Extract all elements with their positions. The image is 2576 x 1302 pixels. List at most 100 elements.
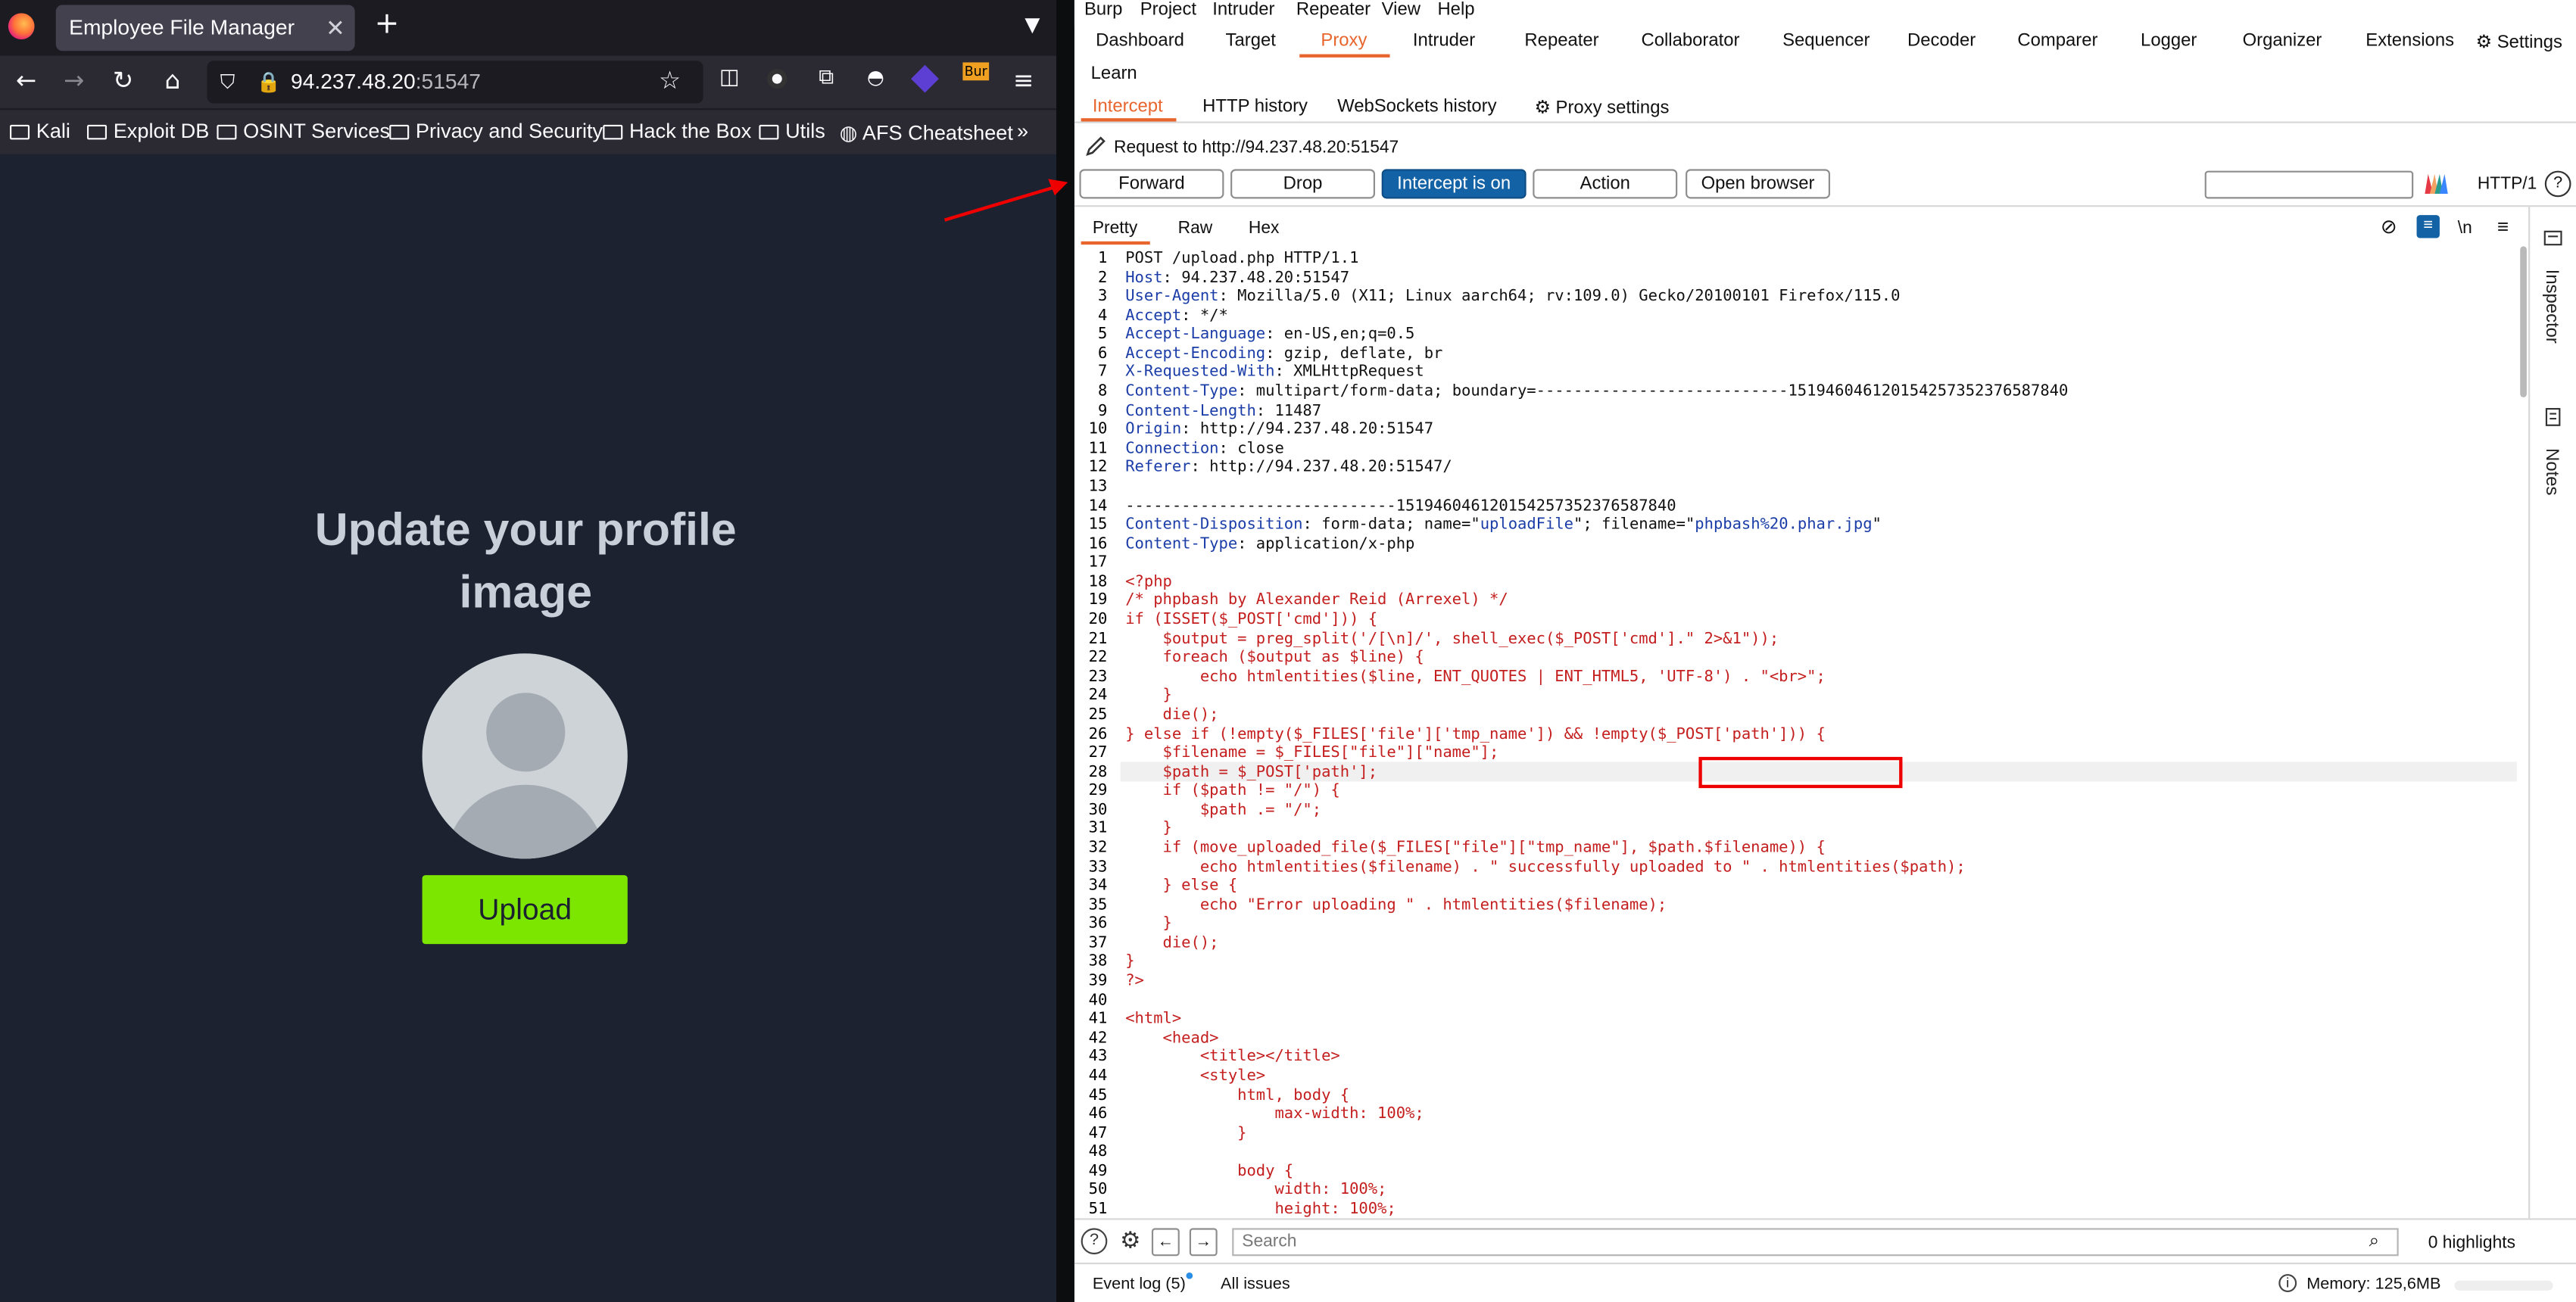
tab-decoder[interactable]: Decoder	[1907, 31, 1976, 51]
subtab-http-history[interactable]: HTTP history	[1202, 97, 1308, 117]
tab-extensions[interactable]: Extensions	[2365, 31, 2454, 51]
bookmark-utils[interactable]: Utils	[759, 120, 825, 143]
help-icon[interactable]: ?	[2544, 170, 2571, 198]
bookmark-afs-cheatsheet[interactable]: ◍ AFS Cheatsheet	[840, 120, 1013, 145]
tab-comparer[interactable]: Comparer	[2017, 31, 2097, 51]
tab-proxy[interactable]: Proxy	[1321, 31, 1367, 51]
search-input[interactable]: Search	[1232, 1228, 2399, 1257]
lock-icon[interactable]: 🔒	[256, 61, 280, 103]
upload-button[interactable]: Upload	[422, 875, 628, 945]
tab-organizer[interactable]: Organizer	[2243, 31, 2322, 51]
menu-view[interactable]: View	[1382, 0, 1421, 20]
menu-repeater[interactable]: Repeater	[1296, 0, 1371, 20]
tab-collaborator[interactable]: Collaborator	[1641, 31, 1739, 51]
tab-target[interactable]: Target	[1226, 31, 1276, 51]
menu-help[interactable]: Help	[1437, 0, 1474, 20]
menu-icon[interactable]: ≡	[1007, 66, 1040, 95]
bookmarks-overflow-icon[interactable]: »	[1017, 120, 1028, 142]
forward-button[interactable]: Forward	[1079, 169, 1224, 199]
drop-button[interactable]: Drop	[1230, 169, 1375, 199]
request-line: POST /upload.php HTTP/1.1	[1125, 249, 1359, 268]
tab-sequencer[interactable]: Sequencer	[1782, 31, 1870, 51]
subtab-intercept[interactable]: Intercept	[1093, 97, 1163, 117]
tab-logger[interactable]: Logger	[2141, 31, 2197, 51]
http-version-label[interactable]: HTTP/1	[2478, 174, 2537, 194]
hat-icon[interactable]: ◓	[859, 66, 892, 89]
open-browser-button[interactable]: Open browser	[1686, 169, 1830, 199]
menu-intruder[interactable]: Intruder	[1212, 0, 1274, 20]
intercept-toggle-button[interactable]: Intercept is on	[1381, 169, 1527, 199]
tab-repeater[interactable]: Repeater	[1524, 31, 1598, 51]
tab-dashboard[interactable]: Dashboard	[1096, 31, 1184, 51]
purple-extension-icon[interactable]	[909, 64, 941, 95]
line-number: 28	[1088, 762, 1108, 781]
menu-project[interactable]: Project	[1140, 0, 1196, 20]
event-log-link[interactable]: Event log (5)	[1093, 1276, 1186, 1294]
view-tab-hex[interactable]: Hex	[1249, 218, 1280, 238]
bookmark-osint-services[interactable]: OSINT Services	[217, 120, 390, 143]
highlight-input[interactable]	[2204, 170, 2414, 199]
view-tab-pretty[interactable]: Pretty	[1093, 218, 1138, 238]
pocket-icon[interactable]: ◫	[713, 66, 746, 91]
forward-icon[interactable]: →	[58, 66, 90, 95]
options-menu-icon[interactable]: ≡	[2497, 215, 2509, 238]
notes-icon[interactable]	[2543, 407, 2563, 427]
new-tab-icon[interactable]: +	[375, 7, 400, 42]
newline-toggle-icon[interactable]: \n	[2458, 218, 2472, 238]
notes-tab[interactable]: Notes	[2541, 448, 2561, 495]
reload-icon[interactable]: ↻	[107, 66, 139, 95]
url-bar[interactable]: ⛉ 🔒 94.237.48.20:51547 ☆	[207, 61, 703, 104]
highlight-color-icon[interactable]	[2422, 171, 2451, 198]
shield-icon[interactable]: ⛉	[220, 61, 235, 103]
menu-burp[interactable]: Burp	[1084, 0, 1122, 20]
tab-list-chevron-icon[interactable]: ▼	[1024, 13, 1040, 36]
all-issues-link[interactable]: All issues	[1221, 1276, 1290, 1294]
tab-intruder[interactable]: Intruder	[1413, 31, 1475, 51]
bookmark-star-icon[interactable]: ☆	[659, 61, 681, 103]
wrap-lines-icon[interactable]: ≡	[2416, 215, 2440, 238]
line-number: 50	[1088, 1181, 1108, 1200]
inspector-icon[interactable]	[2543, 228, 2563, 248]
extensions-icon[interactable]: ⧉	[810, 66, 843, 91]
bookmark-exploit-db[interactable]: Exploit DB	[86, 120, 209, 143]
gear-icon[interactable]: ⚙	[1117, 1228, 1143, 1254]
close-tab-icon[interactable]: ✕	[326, 5, 345, 51]
request-line: if (ISSET($_POST['cmd'])) {	[1125, 610, 1378, 629]
inspector-tab[interactable]: Inspector	[2541, 269, 2561, 344]
browser-tab[interactable]: Employee File Manager ✕	[55, 5, 355, 51]
gear-icon: ⚙	[1534, 98, 1551, 119]
back-icon[interactable]: ←	[10, 66, 42, 95]
action-button[interactable]: Action	[1533, 169, 1678, 199]
request-editor[interactable]: 1 POST /upload.php HTTP/1.1 2 Host: 94.237.…	[1074, 246, 2527, 1218]
info-icon[interactable]: i	[2278, 1274, 2297, 1292]
side-panel: Inspector Notes	[2528, 207, 2576, 1219]
red-arrow-annotation	[943, 179, 1068, 222]
home-icon[interactable]: ⌂	[156, 66, 189, 95]
request-line: width: 100%;	[1125, 1181, 1387, 1200]
extension-dark-icon[interactable]	[761, 66, 794, 95]
burp-extension-icon[interactable]: Bur	[959, 62, 992, 81]
hide-icon[interactable]: ⊘	[2381, 215, 2397, 238]
editor-scrollbar[interactable]	[2520, 246, 2527, 397]
previous-icon[interactable]: ←	[1151, 1228, 1180, 1257]
help-icon[interactable]: ?	[1081, 1228, 1108, 1255]
request-line: Content-Length: 11487	[1125, 401, 1322, 420]
bookmark-privacy-security[interactable]: Privacy and Security	[389, 120, 603, 143]
line-number: 32	[1088, 839, 1108, 858]
line-number: 43	[1088, 1048, 1108, 1067]
line-number: 35	[1088, 896, 1108, 914]
tab-learn[interactable]: Learn	[1091, 64, 1137, 84]
next-icon[interactable]: →	[1189, 1228, 1218, 1257]
settings-button[interactable]: ⚙ Settings	[2476, 31, 2562, 52]
view-tab-raw[interactable]: Raw	[1178, 218, 1213, 238]
line-number: 46	[1088, 1104, 1108, 1123]
bookmark-kali[interactable]: Kali	[10, 120, 70, 143]
request-line: Accept-Encoding: gzip, deflate, br	[1125, 344, 1443, 363]
subtab-websockets-history[interactable]: WebSockets history	[1337, 97, 1496, 117]
line-number: 14	[1088, 497, 1108, 516]
main-tabs: Dashboard Target Proxy Intruder Repeater…	[1074, 26, 2576, 59]
line-number: 6	[1098, 344, 1108, 363]
subtab-proxy-settings[interactable]: ⚙ Proxy settings	[1534, 97, 1669, 118]
search-icon[interactable]: ⌕	[2369, 1232, 2379, 1253]
bookmark-hack-the-box[interactable]: Hack the Box	[603, 120, 751, 143]
